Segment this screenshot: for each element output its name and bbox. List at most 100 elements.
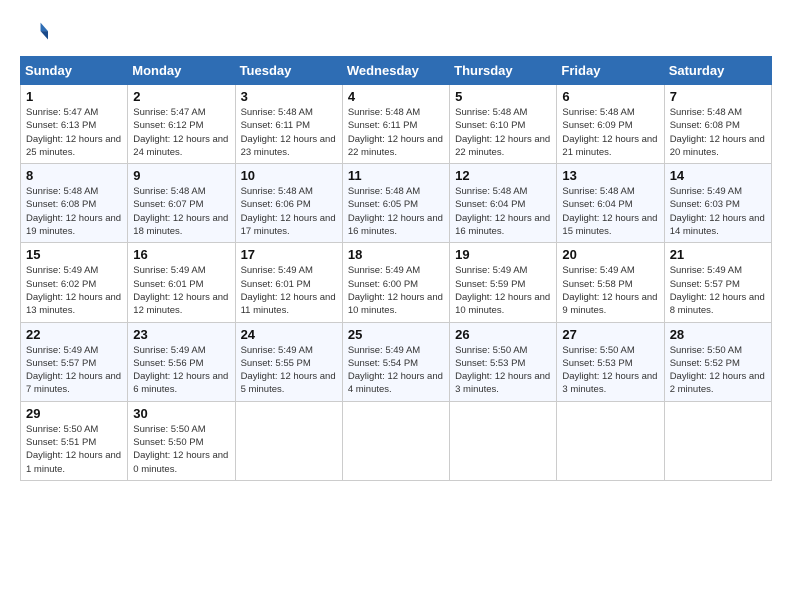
day-info: Sunrise: 5:49 AMSunset: 5:56 PMDaylight:… xyxy=(133,344,229,397)
day-number: 30 xyxy=(133,406,229,421)
day-number: 26 xyxy=(455,327,551,342)
calendar-cell: 20 Sunrise: 5:49 AMSunset: 5:58 PMDayligh… xyxy=(557,243,664,322)
calendar-cell: 1 Sunrise: 5:47 AMSunset: 6:13 PMDaylight… xyxy=(21,85,128,164)
calendar-week-row: 22 Sunrise: 5:49 AMSunset: 5:57 PMDayligh… xyxy=(21,322,772,401)
calendar-day-header: Sunday xyxy=(21,57,128,85)
calendar-cell: 28 Sunrise: 5:50 AMSunset: 5:52 PMDayligh… xyxy=(664,322,771,401)
calendar-cell: 30 Sunrise: 5:50 AMSunset: 5:50 PMDayligh… xyxy=(128,401,235,480)
day-info: Sunrise: 5:47 AMSunset: 6:13 PMDaylight:… xyxy=(26,106,122,159)
day-info: Sunrise: 5:48 AMSunset: 6:09 PMDaylight:… xyxy=(562,106,658,159)
logo xyxy=(20,18,52,46)
calendar-week-row: 29 Sunrise: 5:50 AMSunset: 5:51 PMDayligh… xyxy=(21,401,772,480)
day-info: Sunrise: 5:48 AMSunset: 6:08 PMDaylight:… xyxy=(26,185,122,238)
day-info: Sunrise: 5:49 AMSunset: 6:00 PMDaylight:… xyxy=(348,264,444,317)
day-number: 22 xyxy=(26,327,122,342)
calendar-cell: 21 Sunrise: 5:49 AMSunset: 5:57 PMDayligh… xyxy=(664,243,771,322)
day-number: 25 xyxy=(348,327,444,342)
day-info: Sunrise: 5:48 AMSunset: 6:04 PMDaylight:… xyxy=(562,185,658,238)
day-number: 28 xyxy=(670,327,766,342)
day-info: Sunrise: 5:50 AMSunset: 5:50 PMDaylight:… xyxy=(133,423,229,476)
calendar-week-row: 1 Sunrise: 5:47 AMSunset: 6:13 PMDaylight… xyxy=(21,85,772,164)
day-info: Sunrise: 5:49 AMSunset: 6:01 PMDaylight:… xyxy=(241,264,337,317)
calendar-cell: 7 Sunrise: 5:48 AMSunset: 6:08 PMDaylight… xyxy=(664,85,771,164)
calendar-cell: 6Sunrise: 5:48 AMSunset: 6:09 PMDaylight… xyxy=(557,85,664,164)
day-info: Sunrise: 5:49 AMSunset: 6:01 PMDaylight:… xyxy=(133,264,229,317)
calendar-cell: 5Sunrise: 5:48 AMSunset: 6:10 PMDaylight… xyxy=(450,85,557,164)
day-number: 27 xyxy=(562,327,658,342)
day-number: 14 xyxy=(670,168,766,183)
day-info: Sunrise: 5:47 AMSunset: 6:12 PMDaylight:… xyxy=(133,106,229,159)
day-number: 2 xyxy=(133,89,229,104)
calendar-day-header: Wednesday xyxy=(342,57,449,85)
calendar-cell: 26 Sunrise: 5:50 AMSunset: 5:53 PMDayligh… xyxy=(450,322,557,401)
day-info: Sunrise: 5:48 AMSunset: 6:06 PMDaylight:… xyxy=(241,185,337,238)
day-info: Sunrise: 5:49 AMSunset: 5:58 PMDaylight:… xyxy=(562,264,658,317)
day-info: Sunrise: 5:50 AMSunset: 5:53 PMDaylight:… xyxy=(455,344,551,397)
calendar-day-header: Monday xyxy=(128,57,235,85)
calendar-day-header: Tuesday xyxy=(235,57,342,85)
calendar-week-row: 15Sunrise: 5:49 AMSunset: 6:02 PMDayligh… xyxy=(21,243,772,322)
calendar-day-header: Thursday xyxy=(450,57,557,85)
logo-icon xyxy=(20,18,48,46)
calendar-day-header: Friday xyxy=(557,57,664,85)
day-number: 16 xyxy=(133,247,229,262)
calendar-cell xyxy=(342,401,449,480)
day-number: 11 xyxy=(348,168,444,183)
day-number: 20 xyxy=(562,247,658,262)
day-number: 29 xyxy=(26,406,122,421)
calendar-cell: 17 Sunrise: 5:49 AMSunset: 6:01 PMDayligh… xyxy=(235,243,342,322)
calendar-cell: 11Sunrise: 5:48 AMSunset: 6:05 PMDayligh… xyxy=(342,164,449,243)
day-info: Sunrise: 5:49 AMSunset: 5:55 PMDaylight:… xyxy=(241,344,337,397)
calendar-cell: 9 Sunrise: 5:48 AMSunset: 6:07 PMDaylight… xyxy=(128,164,235,243)
day-number: 4 xyxy=(348,89,444,104)
day-number: 17 xyxy=(241,247,337,262)
calendar-cell: 19Sunrise: 5:49 AMSunset: 5:59 PMDayligh… xyxy=(450,243,557,322)
calendar-cell: 13 Sunrise: 5:48 AMSunset: 6:04 PMDayligh… xyxy=(557,164,664,243)
day-number: 13 xyxy=(562,168,658,183)
calendar-cell: 15Sunrise: 5:49 AMSunset: 6:02 PMDayligh… xyxy=(21,243,128,322)
day-info: Sunrise: 5:49 AMSunset: 5:59 PMDaylight:… xyxy=(455,264,551,317)
day-info: Sunrise: 5:50 AMSunset: 5:52 PMDaylight:… xyxy=(670,344,766,397)
day-info: Sunrise: 5:50 AMSunset: 5:51 PMDaylight:… xyxy=(26,423,122,476)
day-info: Sunrise: 5:50 AMSunset: 5:53 PMDaylight:… xyxy=(562,344,658,397)
calendar-table: SundayMondayTuesdayWednesdayThursdayFrid… xyxy=(20,56,772,481)
day-number: 9 xyxy=(133,168,229,183)
calendar-cell: 25 Sunrise: 5:49 AMSunset: 5:54 PMDayligh… xyxy=(342,322,449,401)
calendar-cell xyxy=(664,401,771,480)
day-info: Sunrise: 5:48 AMSunset: 6:04 PMDaylight:… xyxy=(455,185,551,238)
calendar-cell: 23Sunrise: 5:49 AMSunset: 5:56 PMDayligh… xyxy=(128,322,235,401)
day-info: Sunrise: 5:49 AMSunset: 6:03 PMDaylight:… xyxy=(670,185,766,238)
day-number: 21 xyxy=(670,247,766,262)
calendar-cell: 14 Sunrise: 5:49 AMSunset: 6:03 PMDayligh… xyxy=(664,164,771,243)
header xyxy=(20,18,772,46)
day-info: Sunrise: 5:49 AMSunset: 5:57 PMDaylight:… xyxy=(670,264,766,317)
day-info: Sunrise: 5:48 AMSunset: 6:11 PMDaylight:… xyxy=(241,106,337,159)
calendar-cell xyxy=(557,401,664,480)
day-number: 12 xyxy=(455,168,551,183)
day-number: 3 xyxy=(241,89,337,104)
calendar-cell: 18 Sunrise: 5:49 AMSunset: 6:00 PMDayligh… xyxy=(342,243,449,322)
day-number: 18 xyxy=(348,247,444,262)
day-number: 1 xyxy=(26,89,122,104)
calendar-cell: 2 Sunrise: 5:47 AMSunset: 6:12 PMDaylight… xyxy=(128,85,235,164)
calendar-cell: 27 Sunrise: 5:50 AMSunset: 5:53 PMDayligh… xyxy=(557,322,664,401)
calendar-cell: 12 Sunrise: 5:48 AMSunset: 6:04 PMDayligh… xyxy=(450,164,557,243)
calendar-cell: 16 Sunrise: 5:49 AMSunset: 6:01 PMDayligh… xyxy=(128,243,235,322)
calendar-cell xyxy=(450,401,557,480)
day-info: Sunrise: 5:49 AMSunset: 5:57 PMDaylight:… xyxy=(26,344,122,397)
day-info: Sunrise: 5:48 AMSunset: 6:11 PMDaylight:… xyxy=(348,106,444,159)
page: SundayMondayTuesdayWednesdayThursdayFrid… xyxy=(0,0,792,491)
calendar-cell: 24Sunrise: 5:49 AMSunset: 5:55 PMDayligh… xyxy=(235,322,342,401)
calendar-cell: 3 Sunrise: 5:48 AMSunset: 6:11 PMDaylight… xyxy=(235,85,342,164)
day-number: 10 xyxy=(241,168,337,183)
day-info: Sunrise: 5:49 AMSunset: 6:02 PMDaylight:… xyxy=(26,264,122,317)
day-info: Sunrise: 5:49 AMSunset: 5:54 PMDaylight:… xyxy=(348,344,444,397)
calendar-cell: 22 Sunrise: 5:49 AMSunset: 5:57 PMDayligh… xyxy=(21,322,128,401)
day-number: 5 xyxy=(455,89,551,104)
day-info: Sunrise: 5:48 AMSunset: 6:08 PMDaylight:… xyxy=(670,106,766,159)
calendar-cell: 10 Sunrise: 5:48 AMSunset: 6:06 PMDayligh… xyxy=(235,164,342,243)
day-number: 7 xyxy=(670,89,766,104)
day-info: Sunrise: 5:48 AMSunset: 6:07 PMDaylight:… xyxy=(133,185,229,238)
calendar-day-header: Saturday xyxy=(664,57,771,85)
day-number: 8 xyxy=(26,168,122,183)
